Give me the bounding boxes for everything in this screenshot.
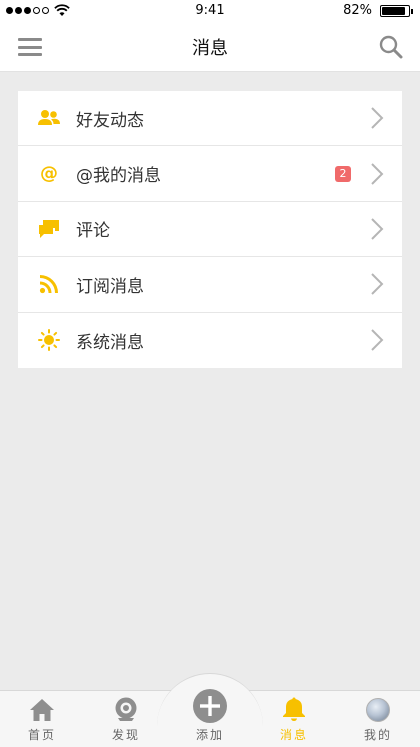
home-icon [30,699,54,721]
status-bar: 9:41 82% [0,0,420,22]
list-item-system-messages[interactable]: 系统消息 [18,313,402,368]
discover-icon [115,697,137,721]
bell-icon [283,697,305,721]
list-item-label: @我的消息 [76,166,161,187]
tab-label: 消息 [279,728,308,742]
chevron-right-icon [371,273,384,296]
rss-icon [38,273,60,295]
battery-percentage: 82% [343,3,372,18]
chevron-right-icon [371,107,384,129]
list-item-label: 系统消息 [76,332,144,353]
chevron-right-icon [371,329,384,351]
message-category-list: 好友动态 @ @我的消息 2 评论 订阅消息 系统消息 [18,91,402,368]
list-item-label: 好友动态 [76,110,144,131]
navigation-bar: 消息 [0,22,420,72]
chevron-right-icon [371,162,384,185]
at-icon: @ [40,163,58,185]
tab-label: 首页 [27,728,56,742]
page-title: 消息 [192,38,228,59]
search-icon[interactable] [378,34,404,60]
list-item-mentions[interactable]: @ @我的消息 2 [18,146,402,202]
list-item-label: 评论 [76,221,110,242]
tab-label: 我的 [363,728,392,742]
sun-icon [38,329,60,352]
chevron-right-icon [371,218,384,240]
unread-count-badge: 2 [335,165,351,182]
list-item-friend-updates[interactable]: 好友动态 [18,91,402,147]
avatar [366,698,390,722]
tab-home[interactable]: 首页 [0,696,84,746]
list-item-label: 订阅消息 [76,276,144,297]
battery-icon [380,5,413,17]
tab-label: 添加 [195,728,224,742]
comment-icon [38,218,60,240]
add-icon [193,689,227,723]
tab-add[interactable]: 添加 [168,688,252,742]
tab-discover[interactable]: 发现 [84,696,168,746]
list-item-subscriptions[interactable]: 订阅消息 [18,257,402,313]
tab-messages[interactable]: 消息 [252,696,336,746]
list-item-comments[interactable]: 评论 [18,202,402,258]
friends-icon [38,107,60,129]
tab-label: 发现 [111,728,140,742]
tab-profile[interactable]: 我的 [336,696,420,746]
